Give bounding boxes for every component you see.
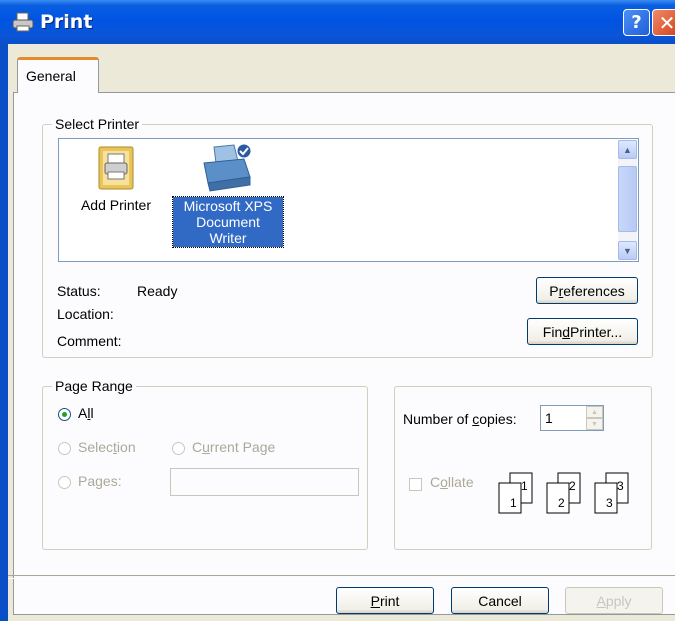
pages-label[interactable]: Pages: — [78, 473, 122, 489]
pages-text-b: es: — [102, 473, 122, 489]
printer-icon — [203, 143, 252, 192]
all-radio-dot — [62, 412, 67, 417]
pages-radio[interactable] — [58, 476, 71, 489]
pages-mnemonic: g — [95, 473, 103, 489]
scroll-down-arrow-icon[interactable]: ▼ — [618, 241, 637, 260]
comment-label: Comment: — [57, 333, 122, 349]
printer-list[interactable]: Add Printer Microsoft XPS Document Write… — [58, 138, 639, 262]
current-page-radio[interactable] — [172, 442, 185, 455]
scroll-up-arrow-icon[interactable]: ▲ — [618, 140, 637, 159]
pages-input[interactable] — [170, 468, 359, 496]
cancel-button[interactable]: Cancel — [451, 587, 549, 614]
spin-up-icon[interactable]: ▲ — [586, 406, 603, 418]
tab-general-label: General — [26, 68, 76, 84]
number-of-copies-label: Number of copies: — [403, 411, 517, 427]
preferences-button[interactable]: Pr eferences — [536, 277, 638, 304]
pages-text-a: Pa — [78, 473, 96, 489]
collate-page-1a: 1 — [510, 496, 517, 510]
collate-mnemonic: o — [440, 474, 448, 490]
scroll-thumb[interactable] — [618, 166, 637, 232]
current-page-label[interactable]: Current Page — [192, 439, 275, 455]
collate-page-3b: 3 — [617, 479, 624, 493]
print-text-b: rint — [379, 592, 400, 609]
copies-text-a: Number of — [403, 411, 473, 427]
apply-mnemonic: A — [596, 592, 606, 609]
xps-writer-line3: Writer — [209, 230, 247, 246]
spin-down-icon[interactable]: ▼ — [586, 418, 603, 430]
current-page-text-a: C — [192, 439, 203, 455]
current-page-mnemonic: u — [202, 439, 210, 455]
all-radio[interactable] — [58, 408, 71, 421]
find-printer-text-b: Printer... — [570, 323, 623, 340]
selection-text-b: ion — [116, 439, 136, 455]
status-label: Status: — [57, 283, 101, 299]
collate-text-b: llate — [447, 474, 474, 490]
location-label: Location: — [57, 306, 114, 322]
bottom-separator — [8, 575, 675, 579]
all-text-b: l — [90, 405, 94, 421]
printer-list-scrollbar[interactable]: ▲ ▼ — [618, 140, 637, 260]
select-printer-legend: Select Printer — [52, 116, 143, 132]
help-button[interactable]: ? — [623, 9, 650, 36]
add-printer-icon — [98, 146, 134, 190]
xps-writer-label: Microsoft XPS Document Writer — [172, 196, 284, 248]
copies-spinner[interactable]: ▲ ▼ — [586, 406, 603, 430]
selection-label[interactable]: Selection — [78, 439, 136, 455]
preferences-text-a: P — [549, 282, 559, 299]
printer-item-add-printer[interactable]: Add Printer — [71, 145, 161, 213]
collate-checkbox[interactable] — [409, 478, 422, 491]
collate-page-2a: 2 — [558, 496, 565, 510]
all-label[interactable]: All — [78, 405, 94, 421]
tab-join — [18, 90, 98, 94]
selection-text-a: Selec — [78, 439, 114, 455]
add-printer-label: Add Printer — [80, 197, 152, 213]
apply-button[interactable]: Apply — [565, 587, 663, 614]
find-printer-text-a: Fin — [542, 323, 563, 340]
preferences-text-b: eferences — [563, 282, 625, 299]
collate-page-2b: 2 — [569, 479, 576, 493]
find-printer-button[interactable]: Fin d Printer... — [527, 318, 638, 345]
print-mnemonic: P — [370, 592, 380, 609]
collate-label[interactable]: Collate — [430, 474, 474, 490]
selection-radio[interactable] — [58, 442, 71, 455]
printer-item-xps-writer[interactable]: Microsoft XPS Document Writer — [172, 141, 284, 248]
collate-page-3a: 3 — [606, 496, 613, 510]
print-button[interactable]: Print — [336, 587, 434, 614]
copies-text-b: opies: — [479, 411, 517, 427]
collate-illustration-icon: 1 1 2 2 3 3 — [498, 472, 629, 514]
print-dialog: Print ? ✕ General Select Printer Add Pri… — [0, 0, 675, 621]
window-title: Print — [40, 11, 93, 33]
status-value: Ready — [137, 283, 178, 299]
close-button[interactable]: ✕ — [652, 9, 675, 36]
collate-page-1b: 1 — [521, 479, 528, 493]
collate-text-a: C — [430, 474, 441, 490]
find-printer-mnemonic: d — [562, 323, 571, 340]
printer-icon — [12, 12, 34, 32]
xps-writer-line1: Microsoft XPS — [183, 198, 273, 214]
all-text-a: A — [78, 405, 88, 421]
xps-writer-line2: Document — [196, 214, 260, 230]
tab-general[interactable]: General — [17, 57, 99, 93]
page-range-legend: Page Range — [52, 378, 136, 394]
current-page-text-b: rrent Page — [209, 439, 276, 455]
apply-text-b: pply — [605, 592, 632, 609]
title-bar[interactable]: Print ? ✕ — [0, 0, 675, 44]
